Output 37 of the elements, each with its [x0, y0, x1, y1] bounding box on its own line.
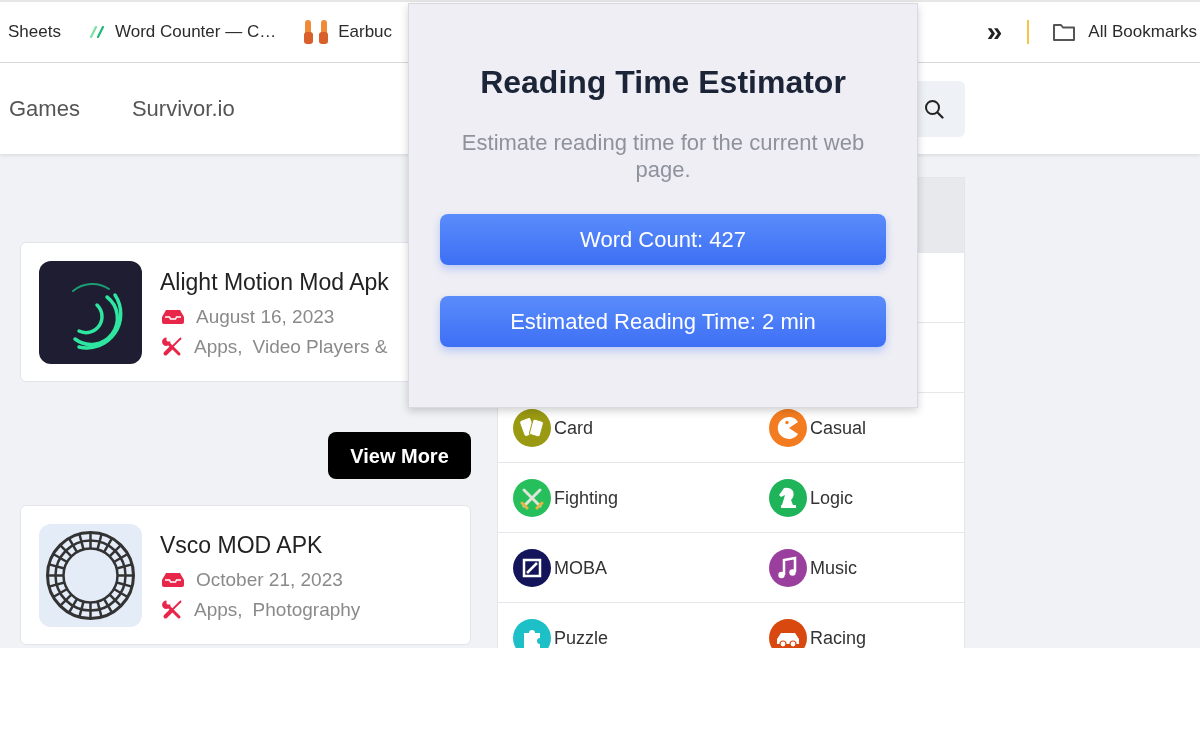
category-link[interactable]: Apps,: [194, 595, 243, 625]
category-link[interactable]: Racing: [769, 618, 867, 648]
slashes-icon: [88, 26, 105, 38]
bookmark-link[interactable]: Sheets: [8, 19, 61, 45]
stat-button[interactable]: Word Count: 427: [440, 214, 886, 265]
category-link[interactable]: Puzzle: [513, 618, 609, 648]
popup-title: Reading Time Estimator: [479, 64, 847, 100]
category-link[interactable]: Fighting: [513, 478, 619, 517]
post-title[interactable]: Alight Motion Mod Apk: [160, 268, 398, 296]
earbuds-icon: [304, 19, 329, 45]
tools-icon: [162, 600, 182, 620]
bookmark-link[interactable]: Word Counter — C…: [88, 19, 277, 45]
arcs-logo-icon: [39, 261, 142, 364]
stat-button[interactable]: Estimated Reading Time: 2 min: [440, 296, 886, 347]
inbox-icon: [162, 309, 184, 325]
category-link[interactable]: Casual: [769, 408, 867, 447]
nav-link[interactable]: Survivor.io: [131, 92, 235, 125]
all-bookmarks-button[interactable]: All Bookmarks: [1052, 19, 1197, 45]
post-date: October 21, 2023: [196, 568, 343, 592]
inbox-icon: [162, 572, 184, 588]
category-link[interactable]: MOBA: [513, 548, 607, 587]
popup-description: Estimate reading time for the current web page.: [460, 129, 866, 183]
category-link[interactable]: Apps,: [194, 332, 243, 362]
post-date: August 16, 2023: [196, 305, 335, 329]
view-more-button[interactable]: View More: [328, 432, 471, 479]
bookmark-link[interactable]: Earbuc: [304, 19, 393, 45]
more-bookmarks-button[interactable]: »: [986, 18, 1003, 46]
search-icon: [924, 98, 944, 119]
category-link[interactable]: Logic: [769, 478, 854, 517]
nav-link[interactable]: Games: [9, 92, 80, 125]
folder-icon: [1052, 22, 1077, 42]
tools-icon: [162, 337, 182, 357]
post-title[interactable]: Vsco MOD APK: [160, 531, 371, 559]
category-link[interactable]: Card: [513, 408, 593, 447]
ring-logo-icon: [39, 524, 142, 627]
category-link[interactable]: Music: [769, 548, 857, 587]
category-link[interactable]: Video Players &: [252, 332, 388, 362]
